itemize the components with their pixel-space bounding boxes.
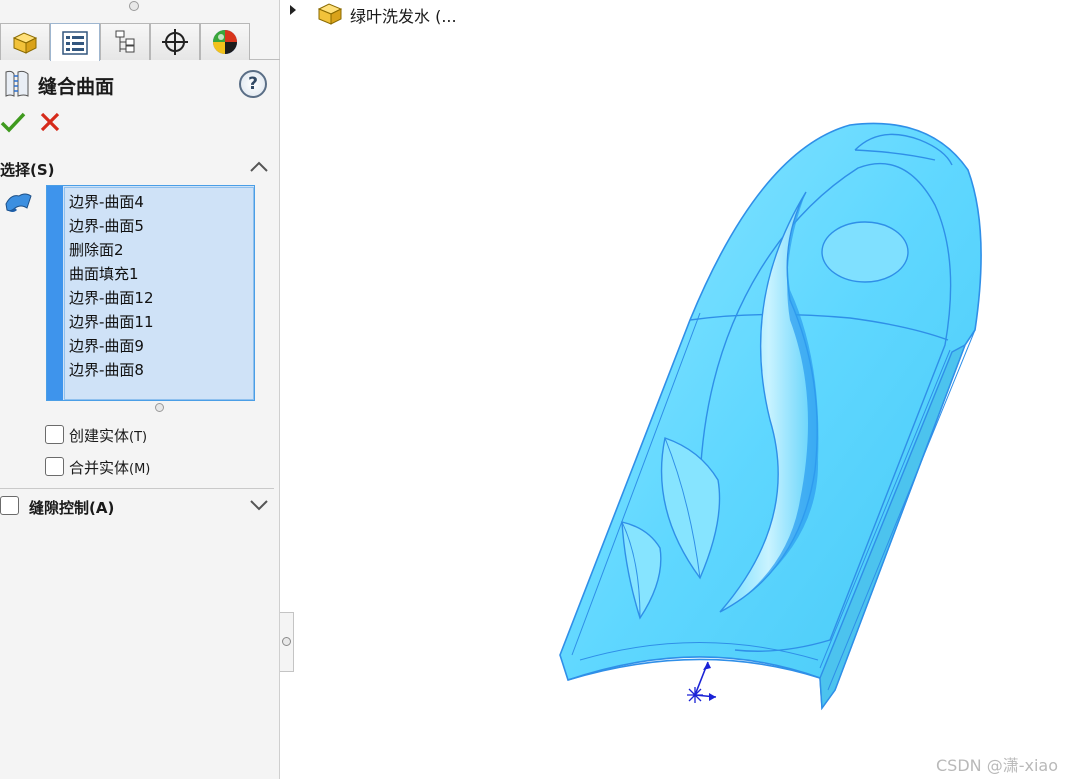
tab-displaymanager[interactable]: [200, 23, 250, 60]
tab-configurationmanager[interactable]: [100, 23, 150, 60]
solidworks-window: 缝合曲面 ? 选择(S) 边界-曲面4 边界-曲面5 删除面2 曲面填充1 边界…: [0, 0, 1079, 779]
property-manager-panel: 缝合曲面 ? 选择(S) 边界-曲面4 边界-曲面5 删除面2 曲面填充1 边界…: [0, 0, 280, 779]
tab-propertymanager[interactable]: [50, 23, 100, 61]
active-selection-stripe: [47, 186, 63, 400]
tab-dimxpertmanager[interactable]: [150, 23, 200, 60]
crosshair-icon: [162, 29, 188, 55]
surface-selection-icon: [5, 193, 32, 212]
part-name: 绿叶洗发水 (...: [350, 7, 457, 26]
list-item[interactable]: 边界-曲面9: [69, 335, 144, 356]
watermark-text: CSDN @潇-xiao: [936, 756, 1058, 775]
cancel-x-icon[interactable]: [38, 110, 64, 136]
chevron-up-icon[interactable]: [248, 157, 270, 177]
gap-control-label: 缝隙控制(A): [29, 499, 115, 517]
manager-tab-bar: [0, 23, 280, 61]
list-item[interactable]: 边界-曲面4: [69, 191, 144, 212]
oval-emboss[interactable]: [821, 221, 909, 283]
tab-featuremanager[interactable]: [0, 23, 50, 60]
selection-section-header[interactable]: 选择(S): [0, 157, 276, 181]
graphics-viewport[interactable]: [296, 30, 1076, 750]
merge-entities-shortcut: (M): [129, 462, 151, 477]
chevron-down-icon[interactable]: [248, 495, 270, 515]
page-title: 缝合曲面: [38, 76, 115, 98]
list-item[interactable]: 删除面2: [69, 239, 124, 260]
selection-list-box: 边界-曲面4 边界-曲面5 删除面2 曲面填充1 边界-曲面12 边界-曲面11…: [64, 187, 254, 400]
knit-surface-icon: [5, 70, 29, 97]
list-item[interactable]: 边界-曲面8: [69, 359, 144, 380]
shampoo-bottle-model[interactable]: [559, 122, 982, 711]
create-solid-shortcut: (T): [129, 430, 148, 445]
panel-splitter-handle[interactable]: [280, 612, 294, 672]
create-solid-checkbox[interactable]: [45, 425, 64, 444]
list-item[interactable]: 边界-曲面5: [69, 215, 144, 236]
list-item[interactable]: 曲面填充1: [69, 263, 139, 284]
section-divider: [0, 488, 274, 489]
property-list-icon: [62, 30, 88, 55]
list-resize-grip[interactable]: [155, 403, 164, 412]
selected-surfaces-list[interactable]: 边界-曲面4 边界-曲面5 删除面2 曲面填充1 边界-曲面12 边界-曲面11…: [46, 185, 255, 401]
configuration-icon: [115, 30, 135, 53]
splitter-grip: [282, 637, 291, 646]
list-item[interactable]: 边界-曲面11: [69, 311, 154, 332]
merge-entities-checkbox[interactable]: [45, 457, 64, 476]
triad-axis-icon: [687, 661, 717, 703]
panel-resize-grip[interactable]: [129, 1, 139, 11]
selection-section-label: 选择(S): [0, 161, 55, 179]
ok-check-icon[interactable]: [0, 110, 26, 136]
appearance-ball-icon: [213, 30, 237, 54]
create-solid-text: 创建实体: [69, 427, 130, 445]
list-item[interactable]: 边界-曲面12: [69, 287, 154, 308]
gap-control-section-header[interactable]: 缝隙控制(A): [0, 495, 276, 519]
part-icon: [12, 32, 38, 54]
help-button[interactable]: ?: [239, 70, 267, 98]
gap-control-checkbox[interactable]: [0, 496, 19, 515]
part-icon: [317, 3, 343, 25]
expand-arrow-icon[interactable]: [288, 4, 298, 16]
merge-entities-label: 合并实体(M): [69, 457, 150, 478]
create-solid-label: 创建实体(T): [69, 425, 147, 446]
feature-title-row: 缝合曲面 ?: [0, 66, 280, 102]
merge-entities-text: 合并实体: [69, 459, 130, 477]
